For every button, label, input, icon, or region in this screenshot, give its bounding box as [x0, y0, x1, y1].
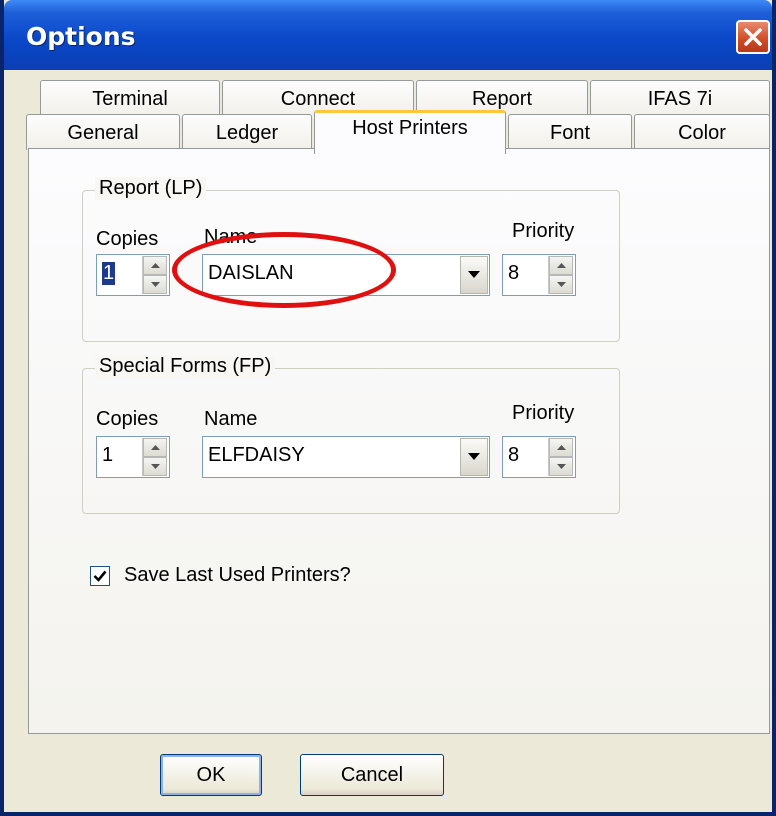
window-title: Options	[26, 22, 136, 51]
special-name-combo[interactable]: ELFDAISY	[202, 436, 490, 478]
tab-terminal[interactable]: Terminal	[40, 80, 220, 118]
special-copies-stepper[interactable]: 1	[96, 436, 170, 478]
title-bar[interactable]: Options	[4, 0, 772, 70]
spin-up-button[interactable]	[549, 438, 573, 457]
report-lp-group-label: Report (LP)	[95, 177, 207, 200]
report-priority-value: 8	[508, 262, 520, 284]
special-name-value: ELFDAISY	[208, 444, 305, 466]
ok-button[interactable]: OK	[160, 754, 262, 796]
special-copies-value: 1	[102, 444, 114, 466]
special-priority-spin[interactable]	[548, 438, 573, 476]
tab-font[interactable]: Font	[508, 114, 632, 150]
report-name-dropdown-button[interactable]	[460, 256, 488, 294]
tab-ifas[interactable]: IFAS 7i	[590, 80, 770, 118]
spin-up-button[interactable]	[549, 256, 573, 275]
special-priority-value: 8	[508, 444, 520, 466]
cancel-button[interactable]: Cancel	[300, 754, 444, 796]
report-name-combo[interactable]: DAISLAN	[202, 254, 490, 296]
dropdown-arrow-icon	[468, 271, 480, 278]
report-priority-stepper[interactable]: 8	[502, 254, 576, 296]
spin-down-button[interactable]	[549, 275, 573, 294]
tab-host-printers[interactable]: Host Printers	[314, 110, 506, 154]
report-priority-spin[interactable]	[548, 256, 573, 294]
dropdown-arrow-icon	[468, 453, 480, 460]
spin-up-button[interactable]	[143, 438, 167, 457]
spin-down-button[interactable]	[549, 457, 573, 476]
special-copies-spin[interactable]	[142, 438, 167, 476]
spin-down-icon	[151, 282, 160, 287]
spin-up-icon	[151, 445, 160, 450]
spin-up-icon	[557, 445, 566, 450]
report-copies-value: 1	[102, 262, 116, 285]
special-priority-label: Priority	[512, 402, 575, 424]
spin-down-icon	[557, 282, 566, 287]
spin-down-icon	[557, 464, 566, 469]
spin-down-button[interactable]	[143, 275, 167, 294]
spin-up-button[interactable]	[143, 256, 167, 275]
save-last-used-label[interactable]: Save Last Used Printers?	[124, 564, 351, 587]
spin-up-icon	[557, 263, 566, 268]
special-name-label: Name	[204, 408, 258, 430]
save-last-used-checkbox[interactable]	[90, 566, 110, 586]
close-button[interactable]	[736, 20, 770, 54]
close-icon	[744, 28, 762, 46]
options-dialog: Options Terminal Connect Report IFAS 7i …	[0, 0, 776, 816]
tab-general[interactable]: General	[26, 114, 180, 150]
report-copies-spin[interactable]	[142, 256, 167, 294]
tab-ledger[interactable]: Ledger	[182, 114, 312, 150]
special-name-dropdown-button[interactable]	[460, 438, 488, 476]
spin-up-icon	[151, 263, 160, 268]
checkmark-icon	[93, 570, 107, 582]
spin-down-button[interactable]	[143, 457, 167, 476]
special-forms-group-label: Special Forms (FP)	[95, 355, 276, 378]
spin-down-icon	[151, 464, 160, 469]
report-priority-label: Priority	[512, 220, 575, 242]
special-copies-label: Copies	[96, 408, 159, 430]
report-name-label: Name	[204, 226, 258, 248]
tab-color[interactable]: Color	[634, 114, 770, 150]
report-name-value: DAISLAN	[208, 262, 294, 284]
special-priority-stepper[interactable]: 8	[502, 436, 576, 478]
report-copies-label: Copies	[96, 228, 159, 250]
report-copies-stepper[interactable]: 1	[96, 254, 170, 296]
